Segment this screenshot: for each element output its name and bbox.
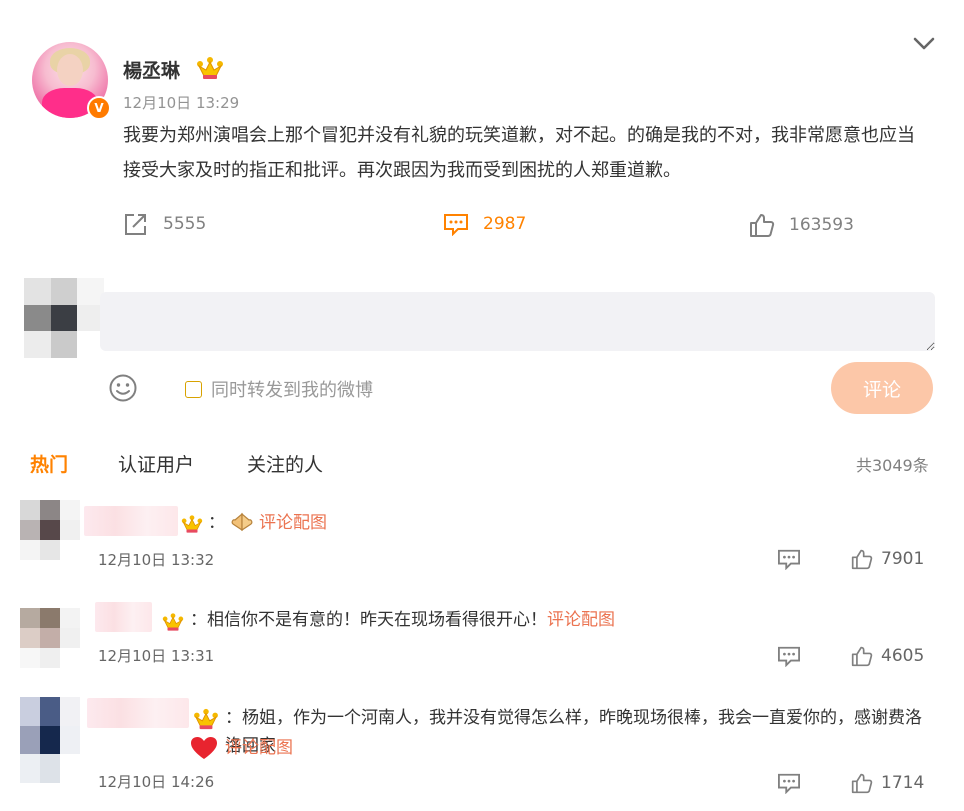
comment-like-count: 7901 [881,549,925,569]
verified-badge: V [87,96,111,120]
comment-body: 相信你不是有意的！昨天在现场看得很开心！ [207,610,547,630]
checkbox-box[interactable] [185,380,202,398]
comment-text: ：相信你不是有意的！昨天在现场看得很开心！评论配图 [190,606,910,634]
author-name[interactable]: 楊丞琳 [123,56,180,83]
like-icon [851,773,873,794]
like-button[interactable]: 163593 [749,212,854,238]
comment-like-button[interactable]: 7901 [851,548,924,570]
comment-image-link[interactable]: 评论配图 [225,734,293,762]
comment-separator: ： [225,708,242,728]
tab-following[interactable]: 关注的人 [247,450,323,477]
commenter-name[interactable] [87,698,189,728]
comment-input[interactable] [100,292,935,351]
like-count: 163593 [789,215,854,235]
comment-button[interactable]: 2987 [443,212,526,236]
crown-icon [162,613,184,631]
like-icon [851,646,873,667]
comment-icon[interactable] [777,772,801,794]
comment-image-link[interactable]: 评论配图 [547,610,615,630]
comment-like-count: 1714 [881,773,925,793]
post-content: 我要为郑州演唱会上那个冒犯并没有礼貌的玩笑道歉，对不起。的确是我的不对，我非常愿… [123,125,915,181]
repost-button[interactable]: 5555 [123,212,206,236]
comment-separator: ： [190,610,207,630]
crown-icon [197,57,223,79]
comment-like-button[interactable]: 4605 [851,645,924,667]
crown-icon [181,515,203,533]
current-user-avatar [24,278,104,358]
submit-comment-button[interactable]: 评论 [831,362,933,414]
commenter-name[interactable] [95,602,152,632]
commenter-avatar[interactable] [20,697,80,783]
repost-icon [125,214,146,235]
tab-verified-users[interactable]: 认证用户 [118,450,194,477]
repost-count: 5555 [163,214,207,234]
comment-icon [444,214,468,236]
comment-text: ：杨姐，作为一个河南人，我并没有觉得怎么样，昨晚现场很棒，我会一直爱你的，感谢费… [225,704,933,760]
forward-checkbox[interactable]: 同时转发到我的微博 [185,376,373,402]
comment-timestamp: 12月10日 13:32 [98,551,215,569]
post-timestamp[interactable]: 12月10日 13:29 [123,92,239,113]
comment-icon[interactable] [777,645,801,667]
commenter-name[interactable] [84,506,178,536]
comment-like-count: 4605 [881,646,925,666]
forward-label: 同时转发到我的微博 [211,380,373,401]
comment-body: 杨姐，作为一个河南人，我并没有觉得怎么样，昨晚现场很棒，我会一直爱你的，感谢费洛… [225,708,922,756]
heart-emoji-icon [191,737,217,759]
palms-emoji-icon [231,512,253,532]
comment-timestamp: 12月10日 14:26 [98,773,215,791]
comment-timestamp: 12月10日 13:31 [98,647,215,665]
comment-icon[interactable] [777,548,801,570]
commenter-avatar[interactable] [20,608,80,668]
comment-count: 2987 [483,214,527,234]
crown-icon [194,708,218,730]
smiley-icon[interactable] [108,373,138,403]
chevron-down-icon[interactable] [912,34,936,54]
comment-image-link[interactable]: 评论配图 [259,513,327,533]
like-icon [750,214,775,237]
commenter-avatar[interactable] [20,500,80,560]
tab-hot[interactable]: 热门 [30,450,68,477]
total-comment-count: 共3049条 [856,456,929,475]
comment-like-button[interactable]: 1714 [851,772,924,794]
comment-separator: ： [208,513,225,533]
comment-text: ： 评论配图 [208,509,908,537]
like-icon [851,549,873,570]
